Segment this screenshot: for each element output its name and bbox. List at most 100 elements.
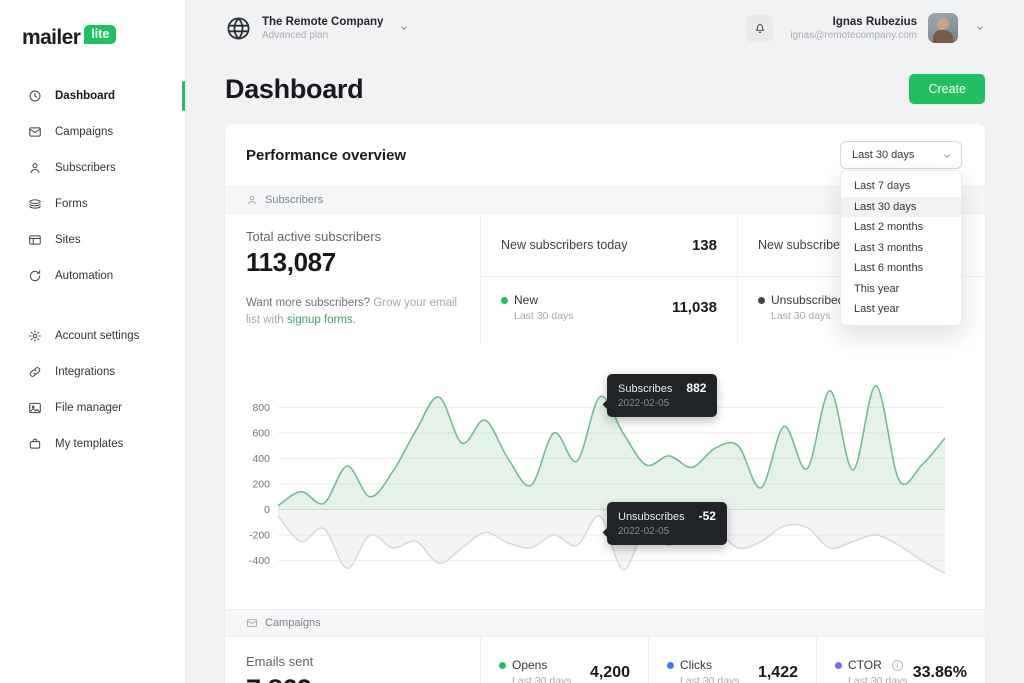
ctor-period: Last 30 days <box>848 675 908 683</box>
emails-sent-cell: Emails sent 7,869 <box>225 637 480 683</box>
sidebar-item-campaigns[interactable]: Campaigns <box>0 114 185 150</box>
forms-icon <box>28 197 42 211</box>
sidebar-item-my-templates[interactable]: My templates <box>0 426 185 462</box>
subscribers-icon <box>28 161 42 175</box>
opens-value: 4,200 <box>590 664 630 682</box>
card-title: Performance overview <box>246 147 406 164</box>
subscribers-chart[interactable]: 8006004002000-200-400 Subscribes 882 202… <box>225 344 985 609</box>
chevron-down-icon <box>942 151 952 161</box>
sidebar-item-label: Automation <box>55 270 113 282</box>
clicks-dot <box>667 662 674 669</box>
user-menu: Ignas Rubezius ignas@remotecompany.com <box>746 13 985 43</box>
user-avatar[interactable] <box>928 13 958 43</box>
logo-lite-badge: lite <box>84 25 116 44</box>
new-subscribers-today-label: New subscribers today <box>501 238 627 252</box>
signup-forms-promo: Want more subscribers? Grow your email l… <box>246 295 460 330</box>
range-option-last-3-months[interactable]: Last 3 months <box>841 238 961 259</box>
new-legend-dot <box>501 297 508 304</box>
bell-icon <box>753 21 767 35</box>
sidebar-item-label: Forms <box>55 198 88 210</box>
range-option-last-7-days[interactable]: Last 7 days <box>841 176 961 197</box>
chevron-down-icon <box>399 23 409 33</box>
sidebar-item-forms[interactable]: Forms <box>0 186 185 222</box>
opens-dot <box>499 662 506 669</box>
sidebar: mailer lite Dashboard Campaigns Subscriber… <box>0 0 186 683</box>
total-subscribers-value: 113,087 <box>246 247 460 278</box>
company-plan: Advanced plan <box>262 30 383 41</box>
new-subscribers-today-row: New subscribers today 138 <box>481 214 737 276</box>
sidebar-item-sites[interactable]: Sites <box>0 222 185 258</box>
performance-overview-card: Performance overview Last 30 days Subscr… <box>225 124 985 683</box>
mailerlite-logo[interactable]: mailer lite <box>0 0 185 50</box>
subscribes-tooltip: Subscribes 882 2022-02-05 <box>607 374 717 417</box>
new-last-30-days-row: New Last 30 days 11,038 <box>481 276 737 338</box>
campaigns-section-label: Campaigns <box>265 617 321 629</box>
tooltip-date: 2022-02-05 <box>618 398 706 409</box>
settings-icon <box>28 329 42 343</box>
area-chart: 8006004002000-200-400 <box>225 344 985 609</box>
automation-icon <box>28 269 42 283</box>
user-email: ignas@remotecompany.com <box>790 30 917 41</box>
campaign-stats: Emails sent 7,869 OpensLast 30 days4,200… <box>225 637 985 683</box>
new-legend-label: New <box>514 293 538 307</box>
opens-label: Opens <box>512 658 547 672</box>
clicks-value: 1,422 <box>758 664 798 682</box>
sidebar-item-dashboard[interactable]: Dashboard <box>0 78 185 114</box>
range-option-last-year[interactable]: Last year <box>841 299 961 320</box>
sidebar-item-label: File manager <box>55 402 122 414</box>
promo-question: Want more subscribers? <box>246 297 370 309</box>
date-range-dropdown: Last 7 daysLast 30 daysLast 2 monthsLast… <box>840 170 962 326</box>
unsubscribes-tooltip: Unsubscribes -52 2022-02-05 <box>607 502 727 545</box>
range-option-last-2-months[interactable]: Last 2 months <box>841 217 961 238</box>
opens-stat-cell: OpensLast 30 days4,200 <box>480 637 648 683</box>
info-icon[interactable]: i <box>892 660 903 671</box>
svg-text:-400: -400 <box>249 555 270 567</box>
sidebar-item-label: Subscribers <box>55 162 116 174</box>
sidebar-item-label: Campaigns <box>55 126 113 138</box>
subscribers-section-label: Subscribers <box>265 194 323 206</box>
sidebar-item-automation[interactable]: Automation <box>0 258 185 294</box>
new-legend-period: Last 30 days <box>514 310 574 322</box>
sidebar-item-subscribers[interactable]: Subscribers <box>0 150 185 186</box>
svg-text:600: 600 <box>252 427 270 439</box>
page-header: Dashboard Create <box>186 56 1024 110</box>
range-option-last-6-months[interactable]: Last 6 months <box>841 258 961 279</box>
ctor-dot <box>835 662 842 669</box>
templates-icon <box>28 437 42 451</box>
create-button[interactable]: Create <box>909 74 985 104</box>
tooltip-series-name: Unsubscribes <box>618 511 685 523</box>
sidebar-item-label: Integrations <box>55 366 115 378</box>
integrations-icon <box>28 365 42 379</box>
sites-icon <box>28 233 42 247</box>
company-switcher[interactable]: The Remote Company Advanced plan <box>225 15 409 42</box>
sidebar-item-file-manager[interactable]: File manager <box>0 390 185 426</box>
unsubscribed-legend-dot <box>758 297 765 304</box>
ctor-label: CTOR <box>848 658 882 672</box>
signup-forms-link[interactable]: signup forms. <box>287 314 356 326</box>
svg-text:800: 800 <box>252 401 270 413</box>
range-option-this-year[interactable]: This year <box>841 279 961 300</box>
campaigns-icon <box>28 125 42 139</box>
notifications-button[interactable] <box>746 15 773 42</box>
sidebar-secondary-nav: Account settings Integrations File manager… <box>0 318 185 462</box>
svg-text:200: 200 <box>252 478 270 490</box>
chevron-down-icon[interactable] <box>975 23 985 33</box>
sidebar-item-account-settings[interactable]: Account settings <box>0 318 185 354</box>
topbar: The Remote Company Advanced plan Ignas R… <box>186 0 1024 56</box>
tooltip-value: -52 <box>699 509 716 523</box>
range-option-last-30-days[interactable]: Last 30 days <box>841 197 961 218</box>
total-subscribers-label: Total active subscribers <box>246 229 460 244</box>
page-title: Dashboard <box>225 74 363 105</box>
svg-text:400: 400 <box>252 452 270 464</box>
file-manager-icon <box>28 401 42 415</box>
date-range-select[interactable]: Last 30 days <box>840 141 962 169</box>
clicks-stat-cell: ClicksLast 30 days1,422 <box>648 637 816 683</box>
sidebar-item-integrations[interactable]: Integrations <box>0 354 185 390</box>
tooltip-value: 882 <box>686 381 706 395</box>
ctor-value: 33.86% <box>913 664 967 682</box>
app-window: mailer lite Dashboard Campaigns Subscriber… <box>0 0 1024 683</box>
company-globe-icon <box>225 15 252 42</box>
date-range-selected: Last 30 days <box>852 149 914 161</box>
clicks-period: Last 30 days <box>680 675 740 683</box>
new-subscribers-today-value: 138 <box>692 237 717 254</box>
